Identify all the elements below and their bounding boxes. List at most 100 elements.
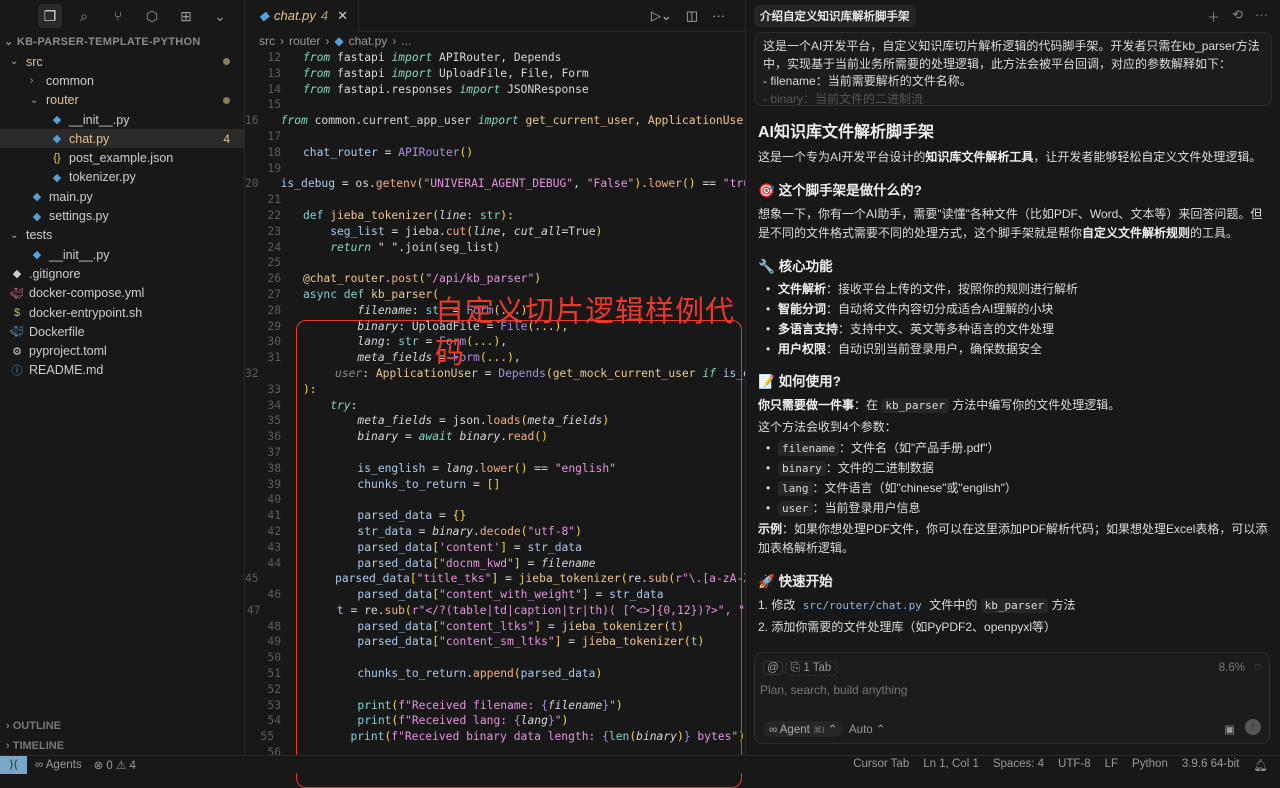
source-control-icon[interactable]: ⑂ [106, 4, 130, 28]
line-number: 52 [267, 682, 281, 696]
code-token: = re. [343, 603, 385, 617]
step: 1. 修改 src/router/chat.py 文件中的 kb_parser … [758, 596, 1268, 615]
cube-icon[interactable]: ⬡ [140, 4, 164, 28]
project-title[interactable]: ⌄ KB-PARSER-TEMPLATE-PYTHON [0, 32, 244, 52]
code-token: = [520, 556, 542, 570]
close-icon[interactable]: ✕ [337, 8, 348, 24]
code-token: "content_with_weight" [439, 588, 582, 602]
cursor-position[interactable]: Ln 1, Col 1 [923, 758, 979, 772]
user-message[interactable]: 这是一个AI开发平台，自定义知识库切片解析逻辑的代码脚手架。开发者只需在kb_p… [754, 32, 1272, 106]
breadcrumb-item[interactable]: ... [401, 34, 411, 48]
tree-item[interactable]: 🐳︎ docker-compose.yml [0, 284, 244, 303]
problems-button[interactable]: ⊗ 0 ⚠ 4 [94, 758, 136, 772]
code-token: is_debug [280, 177, 336, 191]
code-token: lower [479, 461, 514, 475]
tree-item[interactable]: ◆ main.py [0, 187, 244, 206]
chevron-icon: ⌄ [10, 56, 19, 68]
code-token: : [350, 398, 358, 412]
tab-problem-count: 4 [320, 8, 329, 23]
model-selector[interactable]: Auto ⌃ [849, 722, 886, 736]
tree-item[interactable]: ◆ settings.py [0, 206, 244, 225]
code-token: meta_fields [303, 414, 433, 428]
tree-item[interactable]: ⚙ pyproject.toml [0, 341, 244, 360]
cursor-tab-status[interactable]: Cursor Tab [853, 758, 909, 772]
code-token: = [507, 540, 528, 554]
chevron-down-icon[interactable]: ⌄ [208, 4, 232, 28]
code-token: lang [520, 714, 548, 728]
context-chip[interactable]: ⎘ 1 Tab [785, 661, 838, 676]
bell-icon[interactable]: 🔔︎ [1253, 758, 1268, 772]
code-token: from [303, 66, 331, 80]
search-icon[interactable]: ⌕ [72, 4, 96, 28]
more-icon[interactable]: ··· [712, 8, 725, 24]
code-token: { [513, 714, 521, 728]
outline-section[interactable]: › OUTLINE [0, 720, 245, 732]
history-icon[interactable]: ⟲ [1232, 7, 1243, 26]
tree-item[interactable]: ◆ chat.py 4 [0, 129, 244, 149]
tree-item[interactable]: $ docker-entrypoint.sh [0, 303, 244, 322]
tree-item[interactable]: ◆ __init__.py [0, 245, 244, 264]
remote-icon[interactable]: ⟩⟨ [0, 755, 27, 774]
code-token: parsed_data [303, 509, 433, 523]
tree-item[interactable]: › common [0, 71, 244, 90]
mention-icon[interactable]: @ [763, 661, 783, 675]
timeline-section[interactable]: › TIMELINE [0, 740, 245, 752]
tree-item[interactable]: ⓘ README.md [0, 361, 244, 380]
extensions-icon[interactable]: ⊞ [174, 4, 198, 28]
send-icon[interactable]: ↑ [1245, 719, 1261, 735]
code-line: 14 from fastapi.responses import JSONResp… [245, 82, 745, 98]
tab-chat-py[interactable]: ◆ chat.py 4 ✕ [245, 0, 360, 32]
breadcrumb: src › router › ◆ chat.py › ... [259, 34, 412, 48]
tree-item[interactable]: ⌄ src [0, 52, 244, 71]
code-token: "False" [586, 177, 635, 191]
more-icon[interactable]: ··· [1255, 7, 1268, 26]
code-area[interactable]: 自定义切片逻辑样例代码 12 from fastapi import APIRou… [245, 50, 750, 788]
code-token: UploadFile, File, Form [432, 66, 589, 80]
tree-item[interactable]: ◆ .gitignore [0, 264, 244, 283]
code-line: 39 chunks_to_return = [] [245, 477, 745, 493]
line-number: 20 [245, 177, 259, 191]
plus-icon[interactable]: ＋ [1207, 7, 1220, 26]
chat-input-box[interactable]: @ ⎘ 1 Tab 8.6% ◌ ∞ Agent ⌘I ⌃ Auto ⌃ ▣ ↑ [754, 652, 1270, 744]
tree-item[interactable]: ⌄ router [0, 91, 244, 110]
text: 这是一个专为AI开发平台设计的 [758, 150, 926, 164]
code-token: jieba_tokenizer [323, 208, 433, 222]
agents-button[interactable]: ∞ Agents [35, 759, 82, 771]
tree-item-label: chat.py [69, 131, 110, 146]
indentation[interactable]: Spaces: 4 [993, 758, 1044, 772]
inline-code: kb_parser [980, 598, 1049, 613]
modified-dot [223, 96, 230, 104]
encoding[interactable]: UTF-8 [1058, 758, 1091, 772]
language-mode[interactable]: Python [1132, 758, 1168, 772]
tree-item[interactable]: 🐳︎ Dockerfile [0, 322, 244, 341]
python-interpreter[interactable]: 3.9.6 64-bit [1182, 758, 1240, 772]
section-heading: 📝 如何使用? [758, 370, 1268, 390]
code-token: = [411, 524, 433, 538]
tree-item-label: docker-compose.yml [29, 286, 145, 301]
run-icon[interactable]: ▷⌄ [651, 8, 672, 24]
code-line: 40 [245, 492, 745, 508]
code-token: str_data [527, 540, 582, 554]
file-link[interactable]: src/router/chat.py [799, 598, 926, 613]
tree-item[interactable]: {} post_example.json [0, 148, 244, 167]
tree-item[interactable]: ⌄ tests [0, 226, 244, 245]
code-token: ) [561, 714, 569, 728]
breadcrumb-item[interactable]: src [259, 34, 275, 48]
code-token: 'content' [439, 540, 501, 554]
explorer-icon[interactable]: ❐ [38, 4, 62, 28]
inline-code: kb_parser [881, 398, 949, 413]
code-token: = [425, 461, 446, 475]
line-ending[interactable]: LF [1105, 758, 1118, 772]
chat-title-tab[interactable]: 介绍自定义知识库解析脚手架 [754, 5, 916, 27]
chat-input[interactable] [760, 683, 1260, 697]
image-icon[interactable]: ▣ [1224, 722, 1235, 736]
mode-selector[interactable]: ∞ Agent ⌘I ⌃ [763, 721, 844, 737]
breadcrumb-item[interactable]: router [289, 34, 320, 48]
inline-code: user [778, 501, 813, 516]
status-bar: ⟩⟨ ∞ Agents ⊗ 0 ⚠ 4 Cursor Tab Ln 1, Col… [0, 755, 1280, 774]
tree-item[interactable]: ◆ tokenizer.py [0, 168, 244, 187]
tree-item[interactable]: ◆ __init__.py [0, 110, 244, 129]
bold-text: 用户权限 [778, 342, 827, 356]
split-editor-icon[interactable]: ◫ [686, 8, 698, 24]
breadcrumb-item[interactable]: chat.py [349, 34, 388, 48]
